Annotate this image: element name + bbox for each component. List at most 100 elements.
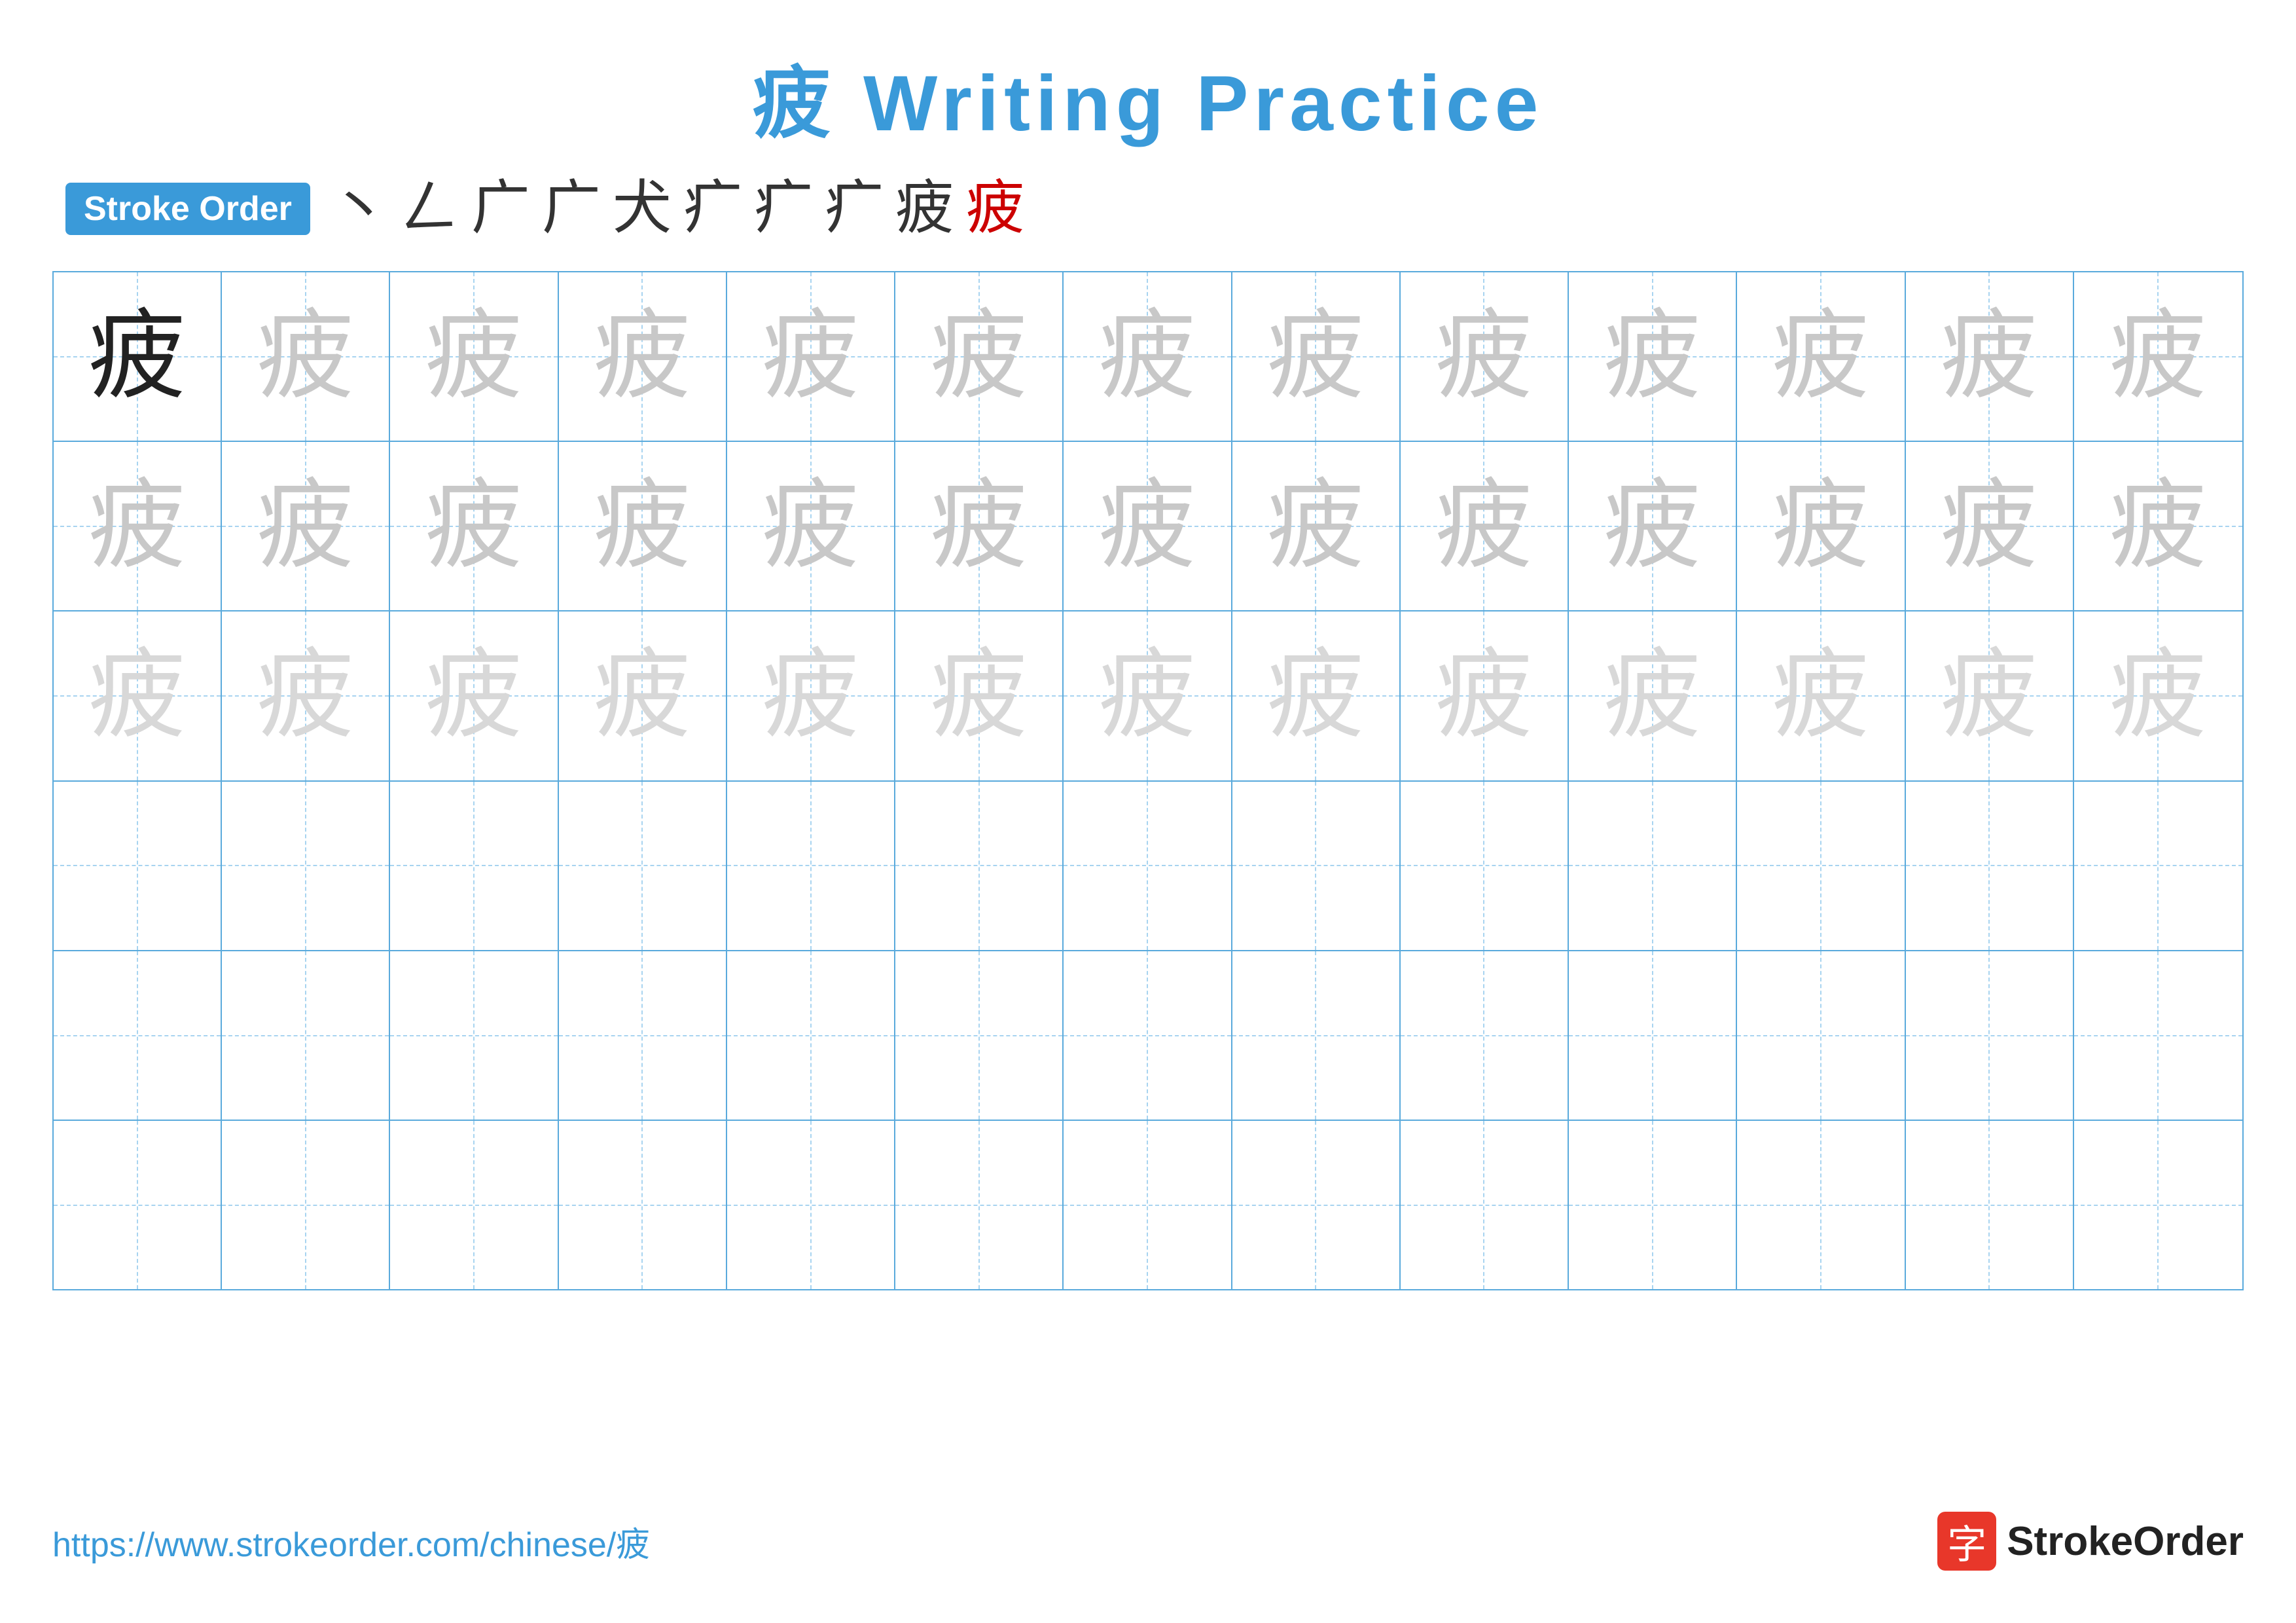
grid-cell[interactable] [1232,951,1401,1120]
footer-url[interactable]: https://www.strokeorder.com/chinese/疲 [52,1517,650,1566]
grid-cell[interactable]: 疲 [1401,272,1569,441]
stroke-char-2: 广 [471,179,530,238]
grid-cell[interactable]: 疲 [559,272,727,441]
grid-cell[interactable]: 疲 [1906,442,2074,610]
cell-character: 疲 [762,477,860,575]
grid-cell[interactable] [1906,951,2074,1120]
grid-cell[interactable] [1569,782,1737,950]
grid-cell[interactable] [895,782,1064,950]
grid-cell[interactable]: 疲 [390,611,558,780]
grid-cell[interactable] [727,782,895,950]
grid-cell[interactable] [1569,951,1737,1120]
grid-cell[interactable]: 疲 [54,442,222,610]
grid-cell[interactable] [1232,782,1401,950]
cell-character: 疲 [1772,647,1870,745]
cell-character: 疲 [1604,308,1702,406]
grid-cell[interactable]: 疲 [1569,272,1737,441]
grid-cell[interactable]: 疲 [559,442,727,610]
grid-cell[interactable]: 疲 [895,272,1064,441]
cell-character: 疲 [1435,477,1533,575]
grid-cell[interactable] [1737,951,1905,1120]
grid-cell[interactable] [1906,782,2074,950]
grid-cell[interactable]: 疲 [1737,611,1905,780]
grid-cell[interactable]: 疲 [895,611,1064,780]
grid-cell[interactable]: 疲 [1906,272,2074,441]
footer: https://www.strokeorder.com/chinese/疲 字 … [52,1512,2244,1571]
grid-cell[interactable] [2074,1121,2242,1289]
grid-cell[interactable] [390,782,558,950]
grid-cell[interactable] [559,951,727,1120]
cell-character: 疲 [1772,308,1870,406]
grid-cell[interactable]: 疲 [222,272,390,441]
grid-cell[interactable]: 疲 [2074,611,2242,780]
grid-cell[interactable]: 疲 [1401,611,1569,780]
grid-cell[interactable]: 疲 [1232,611,1401,780]
cell-character: 疲 [88,477,187,575]
grid-cell[interactable] [1064,1121,1232,1289]
grid-cell[interactable]: 疲 [1232,272,1401,441]
grid-cell[interactable]: 疲 [222,611,390,780]
grid-cell[interactable] [1737,1121,1905,1289]
cell-character: 疲 [1940,477,2038,575]
cell-character: 疲 [1772,477,1870,575]
grid-cell[interactable] [1401,951,1569,1120]
grid-cell[interactable]: 疲 [1401,442,1569,610]
grid-cell[interactable]: 疲 [1737,442,1905,610]
grid-cell[interactable]: 疲 [1064,272,1232,441]
grid-cell[interactable] [1401,782,1569,950]
logo-text: StrokeOrder [2007,1518,2244,1565]
grid-cell[interactable] [390,1121,558,1289]
grid-cell[interactable]: 疲 [1232,442,1401,610]
grid-cell[interactable] [222,951,390,1120]
grid-cell[interactable] [559,782,727,950]
grid-cell[interactable] [54,782,222,950]
grid-cell[interactable] [895,1121,1064,1289]
grid-cell[interactable] [222,782,390,950]
grid-cell[interactable] [54,1121,222,1289]
grid-cell[interactable]: 疲 [222,442,390,610]
grid-cell[interactable]: 疲 [390,442,558,610]
grid-cell[interactable]: 疲 [1737,272,1905,441]
grid-row-3 [54,782,2242,951]
stroke-char-9: 疲 [966,179,1025,238]
grid-cell[interactable]: 疲 [727,442,895,610]
grid-cell[interactable]: 疲 [727,611,895,780]
footer-logo: 字 StrokeOrder [1937,1512,2244,1571]
grid-cell[interactable] [895,951,1064,1120]
grid-cell[interactable] [222,1121,390,1289]
grid-cell[interactable] [727,1121,895,1289]
grid-cell[interactable] [1064,782,1232,950]
grid-cell[interactable]: 疲 [1064,611,1232,780]
grid-cell[interactable] [1569,1121,1737,1289]
cell-character: 疲 [425,477,523,575]
grid-cell[interactable] [1064,951,1232,1120]
grid-cell[interactable]: 疲 [895,442,1064,610]
grid-cell[interactable]: 疲 [2074,442,2242,610]
grid-cell[interactable]: 疲 [54,611,222,780]
grid-cell[interactable] [559,1121,727,1289]
grid-cell[interactable] [54,951,222,1120]
grid-cell[interactable]: 疲 [1906,611,2074,780]
grid-cell[interactable]: 疲 [559,611,727,780]
grid-cell[interactable]: 疲 [1569,442,1737,610]
grid-cell[interactable]: 疲 [727,272,895,441]
grid-cell[interactable]: 疲 [1064,442,1232,610]
grid-cell[interactable] [1401,1121,1569,1289]
cell-character: 疲 [1940,308,2038,406]
grid-cell[interactable] [390,951,558,1120]
grid-cell[interactable] [1232,1121,1401,1289]
grid-cell[interactable]: 疲 [390,272,558,441]
grid-cell[interactable] [727,951,895,1120]
grid-cell[interactable]: 疲 [54,272,222,441]
grid-cell[interactable] [1906,1121,2074,1289]
cell-character: 疲 [257,308,355,406]
grid-cell[interactable] [2074,782,2242,950]
cell-character: 疲 [1098,308,1196,406]
stroke-char-5: 疒 [683,179,742,238]
grid-cell[interactable] [1737,782,1905,950]
cell-character: 疲 [930,477,1028,575]
grid-cell[interactable]: 疲 [1569,611,1737,780]
grid-cell[interactable] [2074,951,2242,1120]
cell-character: 疲 [425,647,523,745]
grid-cell[interactable]: 疲 [2074,272,2242,441]
